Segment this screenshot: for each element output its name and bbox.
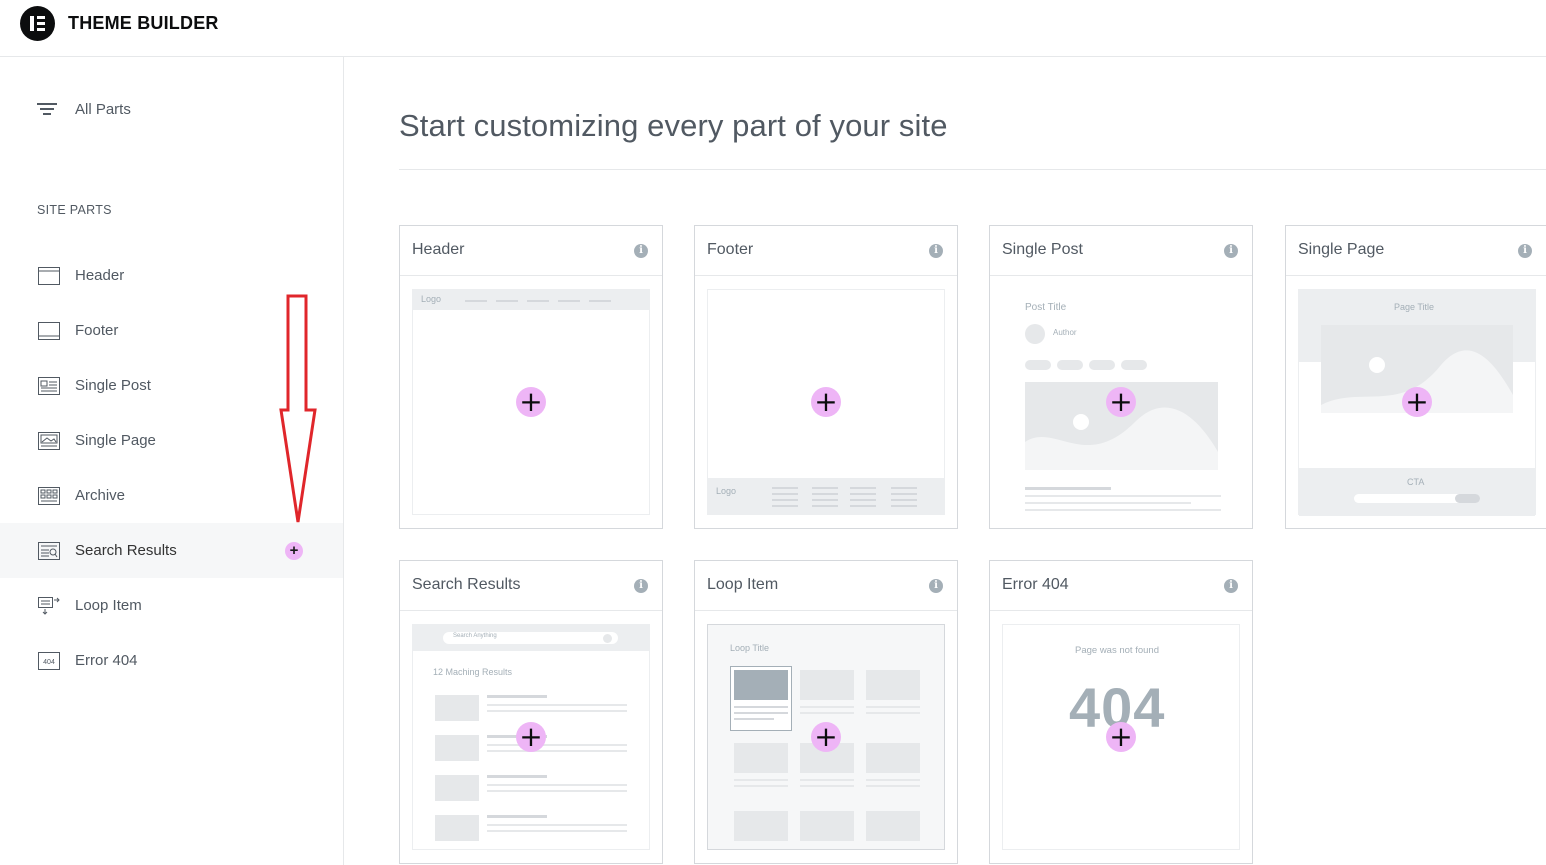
search-results-icon bbox=[38, 541, 60, 560]
card-single-post[interactable]: Single Post i Post Title Author + bbox=[989, 225, 1253, 529]
add-loop-item-button[interactable]: + bbox=[811, 722, 841, 752]
add-single-post-button[interactable]: + bbox=[1106, 387, 1136, 417]
all-parts-label: All Parts bbox=[75, 100, 131, 118]
card-title: Footer bbox=[707, 241, 754, 258]
archive-icon bbox=[38, 486, 60, 505]
preview-author: Author bbox=[1053, 328, 1077, 337]
card-title: Error 404 bbox=[1002, 576, 1069, 593]
sidebar-item-label: Search Results bbox=[75, 542, 177, 559]
info-icon[interactable]: i bbox=[1518, 244, 1532, 258]
elementor-logo-icon bbox=[20, 6, 55, 41]
sidebar-item-search-results[interactable]: Search Results + bbox=[0, 523, 343, 578]
preview-page-title: Page Title bbox=[1394, 302, 1435, 312]
add-error-404-button[interactable]: + bbox=[1106, 722, 1136, 752]
sidebar-item-loop-item[interactable]: Loop Item bbox=[0, 578, 343, 633]
sidebar-item-label: Loop Item bbox=[75, 597, 142, 614]
card-loop-item[interactable]: Loop Item i Loop Title + bbox=[694, 560, 958, 864]
header-icon bbox=[38, 266, 60, 285]
preview-results-count: 12 Maching Results bbox=[433, 667, 513, 677]
divider bbox=[399, 169, 1546, 170]
info-icon[interactable]: i bbox=[1224, 579, 1238, 593]
add-footer-button[interactable]: + bbox=[811, 387, 841, 417]
all-parts-button[interactable]: All Parts bbox=[36, 99, 131, 119]
preview-search-placeholder: Search Anything bbox=[453, 633, 497, 639]
preview-logo-text: Logo bbox=[716, 486, 737, 496]
loop-item-icon bbox=[38, 596, 60, 615]
card-header-bar: Single Post i bbox=[990, 226, 1252, 276]
card-search-results[interactable]: Search Results i Search Anything 12 Mach… bbox=[399, 560, 663, 864]
info-icon[interactable]: i bbox=[634, 579, 648, 593]
preview-cta: CTA bbox=[1407, 477, 1425, 487]
footer-icon bbox=[38, 321, 60, 340]
info-icon[interactable]: i bbox=[929, 579, 943, 593]
info-icon[interactable]: i bbox=[929, 244, 943, 258]
preview-logo-text: Logo bbox=[421, 294, 442, 304]
card-title: Loop Item bbox=[707, 576, 779, 593]
sidebar-item-label: Header bbox=[75, 267, 125, 284]
card-title: Search Results bbox=[412, 576, 521, 593]
preview-not-found-message: Page was not found bbox=[1075, 645, 1159, 656]
card-error-404[interactable]: Error 404 i Page was not found 404 + bbox=[989, 560, 1253, 864]
page-title: Start customizing every part of your sit… bbox=[399, 108, 948, 143]
card-header-bar: Search Results i bbox=[400, 561, 662, 611]
annotation-arrow-icon bbox=[279, 294, 317, 523]
app-title: THEME BUILDER bbox=[68, 13, 219, 33]
card-header-bar: Single Page i bbox=[1286, 226, 1546, 276]
svg-text:404: 404 bbox=[43, 659, 55, 666]
sidebar-item-label: Single Post bbox=[75, 377, 151, 394]
sidebar-item-error-404[interactable]: 404 Error 404 bbox=[0, 633, 343, 688]
add-header-button[interactable]: + bbox=[516, 387, 546, 417]
sidebar-item-label: Error 404 bbox=[75, 652, 138, 669]
site-parts-heading: SITE PARTS bbox=[37, 203, 112, 217]
add-search-results-button[interactable]: + bbox=[285, 542, 303, 560]
card-header[interactable]: Header i Logo + bbox=[399, 225, 663, 529]
card-title: Single Post bbox=[1002, 241, 1083, 258]
preview-post-title: Post Title bbox=[1025, 302, 1067, 313]
card-header-bar: Loop Item i bbox=[695, 561, 957, 611]
top-bar: THEME BUILDER bbox=[0, 0, 1546, 57]
preview-loop-title: Loop Title bbox=[730, 643, 770, 653]
card-single-page[interactable]: Single Page i Page Title CTA + bbox=[1285, 225, 1546, 529]
sidebar-item-label: Footer bbox=[75, 322, 119, 339]
add-search-results-card-button[interactable]: + bbox=[516, 722, 546, 752]
search-icon bbox=[603, 634, 612, 643]
card-title: Header bbox=[412, 241, 465, 258]
card-footer[interactable]: Footer i Logo + bbox=[694, 225, 958, 529]
sidebar-item-label: Single Page bbox=[75, 432, 156, 449]
card-header-bar: Error 404 i bbox=[990, 561, 1252, 611]
single-post-icon bbox=[38, 376, 60, 395]
sidebar-item-label: Archive bbox=[75, 487, 126, 504]
avatar-icon bbox=[1025, 324, 1045, 344]
error-404-icon: 404 bbox=[38, 651, 60, 670]
info-icon[interactable]: i bbox=[1224, 244, 1238, 258]
add-single-page-button[interactable]: + bbox=[1402, 387, 1432, 417]
card-title: Single Page bbox=[1298, 241, 1385, 258]
info-icon[interactable]: i bbox=[634, 244, 648, 258]
filter-icon bbox=[36, 101, 58, 117]
card-header-bar: Footer i bbox=[695, 226, 957, 276]
single-page-icon bbox=[38, 431, 60, 450]
card-header-bar: Header i bbox=[400, 226, 662, 276]
